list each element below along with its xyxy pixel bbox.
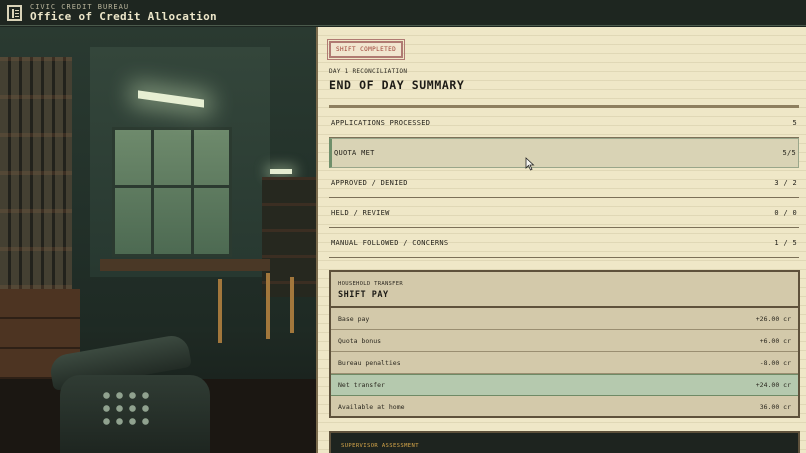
- stat-label: HELD / REVIEW: [331, 208, 390, 217]
- ceiling-lamp-far: [270, 169, 292, 174]
- counter-window: [112, 127, 232, 257]
- summary-kicker: DAY 1 RECONCILIATION: [329, 68, 408, 75]
- pay-label: Net transfer: [338, 381, 385, 389]
- stat-label: MANUAL FOLLOWED / CONCERNS: [331, 238, 449, 247]
- queue-post: [266, 273, 270, 339]
- stat-value: 0 / 0: [774, 208, 797, 217]
- queue-post: [290, 277, 294, 333]
- stat-row-applications: APPLICATIONS PROCESSED 5: [329, 108, 799, 138]
- pay-row-net-transfer: Net transfer +24.00 cr: [331, 374, 798, 396]
- service-counter: [100, 259, 270, 271]
- shift-pay-card: HOUSEHOLD TRANSFER SHIFT PAY Base pay +2…: [329, 270, 800, 418]
- telephone-icon: [40, 333, 215, 453]
- stat-row-quota[interactable]: QUOTA MET 5/5: [329, 138, 799, 168]
- office-name: Office of Credit Allocation: [30, 9, 217, 23]
- pay-row-penalties: Bureau penalties -8.00 cr: [331, 352, 798, 374]
- office-scene-illustration: [0, 27, 316, 453]
- pay-title: SHIFT PAY: [338, 290, 389, 300]
- pay-row-available: Available at home 36.00 cr: [331, 396, 798, 418]
- pay-kicker: HOUSEHOLD TRANSFER: [338, 281, 404, 287]
- queue-post: [218, 279, 222, 343]
- mouse-cursor-icon: [525, 157, 535, 171]
- stat-row-manual-concerns: MANUAL FOLLOWED / CONCERNS 1 / 5: [329, 228, 799, 258]
- stat-value: 5: [792, 118, 797, 127]
- supervisor-assessment-card: SUPERVISOR ASSESSMENT: [329, 431, 800, 453]
- pay-row-quota-bonus: Quota bonus +6.00 cr: [331, 330, 798, 352]
- header-titles: CIVIC CREDIT BUREAU Office of Credit All…: [30, 3, 217, 23]
- pay-row-base: Base pay +26.00 cr: [331, 308, 798, 330]
- stat-label: APPLICATIONS PROCESSED: [331, 118, 431, 127]
- page-title: END OF DAY SUMMARY: [329, 78, 465, 92]
- pay-value: +26.00 cr: [755, 314, 791, 323]
- file-shelf-right: [262, 177, 316, 297]
- pay-label: Bureau penalties: [338, 358, 401, 367]
- pay-label: Quota bonus: [338, 336, 382, 345]
- shift-completed-badge: SHIFT COMPLETED: [326, 39, 406, 60]
- app-header: CIVIC CREDIT BUREAU Office of Credit All…: [0, 0, 806, 26]
- assessment-label: SUPERVISOR ASSESSMENT: [341, 443, 419, 449]
- pay-value: +24.00 cr: [755, 381, 791, 389]
- pay-label: Base pay: [338, 314, 370, 323]
- stat-value: 1 / 5: [774, 238, 797, 247]
- ledger-icon: [7, 4, 22, 21]
- file-shelf-left: [0, 57, 72, 307]
- stat-row-approved-denied: APPROVED / DENIED 3 / 2: [329, 168, 799, 198]
- pay-label: Available at home: [338, 403, 405, 411]
- telephone-keypad: [100, 389, 154, 429]
- stat-row-held-review: HELD / REVIEW 0 / 0: [329, 198, 799, 228]
- stat-label: QUOTA MET: [334, 149, 375, 157]
- pay-value: -8.00 cr: [759, 358, 791, 367]
- stat-value: 3 / 2: [774, 178, 797, 187]
- pay-value: +6.00 cr: [759, 336, 791, 345]
- stat-label: APPROVED / DENIED: [331, 178, 408, 187]
- summary-panel: SHIFT COMPLETED DAY 1 RECONCILIATION END…: [316, 27, 806, 453]
- pay-value: 36.00 cr: [759, 403, 791, 411]
- stat-value: 5/5: [782, 149, 796, 157]
